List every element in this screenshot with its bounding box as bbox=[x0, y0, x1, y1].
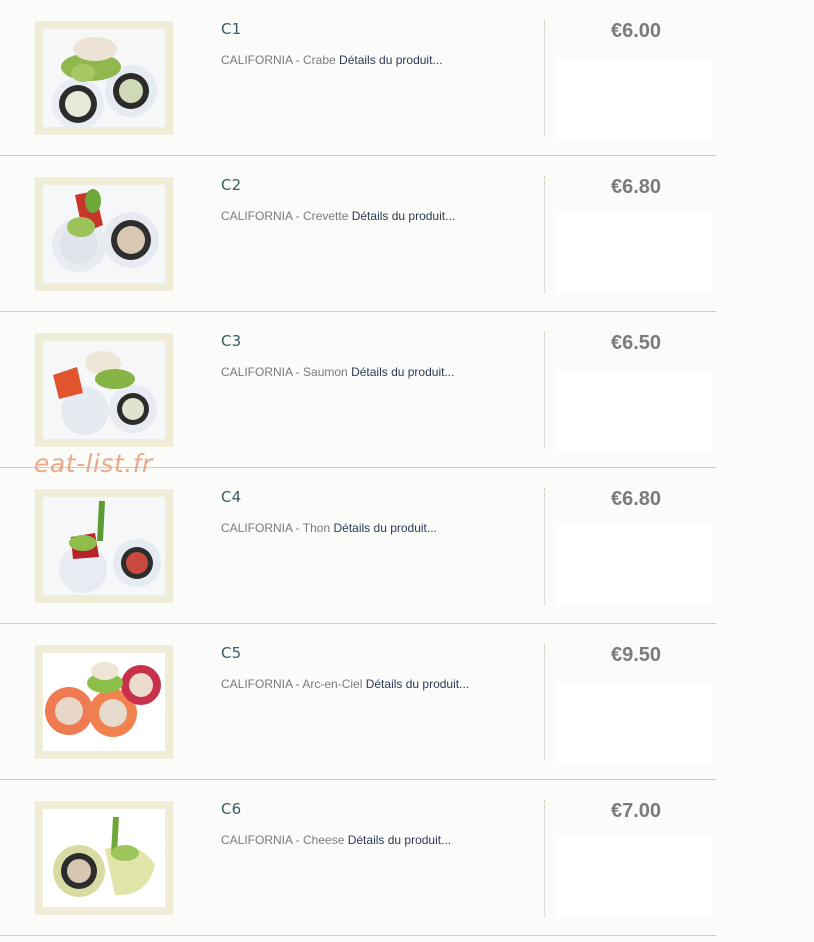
product-description: CALIFORNIA - Cheese Détails du produit..… bbox=[221, 833, 451, 847]
product-row: C1 CALIFORNIA - Crabe Détails du produit… bbox=[0, 0, 716, 156]
product-description: CALIFORNIA - Arc-en-Ciel Détails du prod… bbox=[221, 677, 469, 691]
product-price: €6.80 bbox=[610, 176, 662, 198]
california-arc-en-ciel-sushi-image bbox=[43, 653, 165, 751]
product-name: CALIFORNIA - Arc-en-Ciel bbox=[221, 677, 363, 691]
product-description: CALIFORNIA - Crevette Détails du produit… bbox=[221, 209, 455, 223]
product-description: CALIFORNIA - Saumon Détails du produit..… bbox=[221, 365, 454, 379]
product-name: CALIFORNIA - Saumon bbox=[221, 365, 348, 379]
product-details-link[interactable]: Détails du produit... bbox=[334, 521, 437, 535]
product-code: C4 bbox=[221, 488, 242, 506]
product-code: C1 bbox=[221, 20, 242, 38]
product-price: €7.00 bbox=[610, 800, 662, 822]
column-divider bbox=[544, 176, 545, 292]
california-crevette-sushi-image bbox=[43, 185, 165, 283]
product-thumbnail[interactable] bbox=[35, 801, 173, 915]
column-divider bbox=[544, 644, 545, 760]
product-thumbnail[interactable] bbox=[35, 333, 173, 447]
california-cheese-sushi-image bbox=[43, 809, 165, 907]
price-action-area bbox=[556, 214, 711, 294]
product-name: CALIFORNIA - Crabe bbox=[221, 53, 336, 67]
product-details-link[interactable]: Détails du produit... bbox=[366, 677, 469, 691]
product-row: C4 CALIFORNIA - Thon Détails du produit.… bbox=[0, 468, 716, 624]
product-name: CALIFORNIA - Cheese bbox=[221, 833, 345, 847]
product-code: C6 bbox=[221, 800, 242, 818]
product-code: C2 bbox=[221, 176, 242, 194]
product-name: CALIFORNIA - Crevette bbox=[221, 209, 349, 223]
product-row: C3 CALIFORNIA - Saumon Détails du produi… bbox=[0, 312, 716, 468]
product-row: C6 CALIFORNIA - Cheese Détails du produi… bbox=[0, 780, 716, 936]
price-action-area bbox=[556, 838, 711, 918]
product-price: €6.80 bbox=[610, 488, 662, 510]
product-name: CALIFORNIA - Thon bbox=[221, 521, 331, 535]
product-price: €6.50 bbox=[610, 332, 662, 354]
price-action-area bbox=[556, 58, 711, 138]
product-details-link[interactable]: Détails du produit... bbox=[348, 833, 451, 847]
product-thumbnail[interactable] bbox=[35, 177, 173, 291]
california-crabe-sushi-image bbox=[43, 29, 165, 127]
product-code: C5 bbox=[221, 644, 242, 662]
column-divider bbox=[544, 332, 545, 448]
watermark: eat-list.fr bbox=[34, 449, 153, 478]
product-details-link[interactable]: Détails du produit... bbox=[339, 53, 442, 67]
product-code: C3 bbox=[221, 332, 242, 350]
california-saumon-sushi-image bbox=[43, 341, 165, 439]
california-thon-sushi-image bbox=[43, 497, 165, 595]
product-thumbnail[interactable] bbox=[35, 645, 173, 759]
product-list: C1 CALIFORNIA - Crabe Détails du produit… bbox=[0, 0, 814, 942]
product-description: CALIFORNIA - Thon Détails du produit... bbox=[221, 521, 437, 535]
price-action-area bbox=[556, 526, 711, 606]
column-divider bbox=[544, 800, 545, 916]
product-price: €6.00 bbox=[610, 20, 662, 42]
column-divider bbox=[544, 20, 545, 136]
product-price: €9.50 bbox=[610, 644, 662, 666]
product-row: C5 CALIFORNIA - Arc-en-Ciel Détails du p… bbox=[0, 624, 716, 780]
product-row: C2 CALIFORNIA - Crevette Détails du prod… bbox=[0, 156, 716, 312]
product-description: CALIFORNIA - Crabe Détails du produit... bbox=[221, 53, 442, 67]
product-thumbnail[interactable] bbox=[35, 21, 173, 135]
price-action-area bbox=[556, 370, 711, 450]
product-details-link[interactable]: Détails du produit... bbox=[351, 365, 454, 379]
price-action-area bbox=[556, 682, 711, 762]
product-details-link[interactable]: Détails du produit... bbox=[352, 209, 455, 223]
product-thumbnail[interactable] bbox=[35, 489, 173, 603]
column-divider bbox=[544, 488, 545, 604]
